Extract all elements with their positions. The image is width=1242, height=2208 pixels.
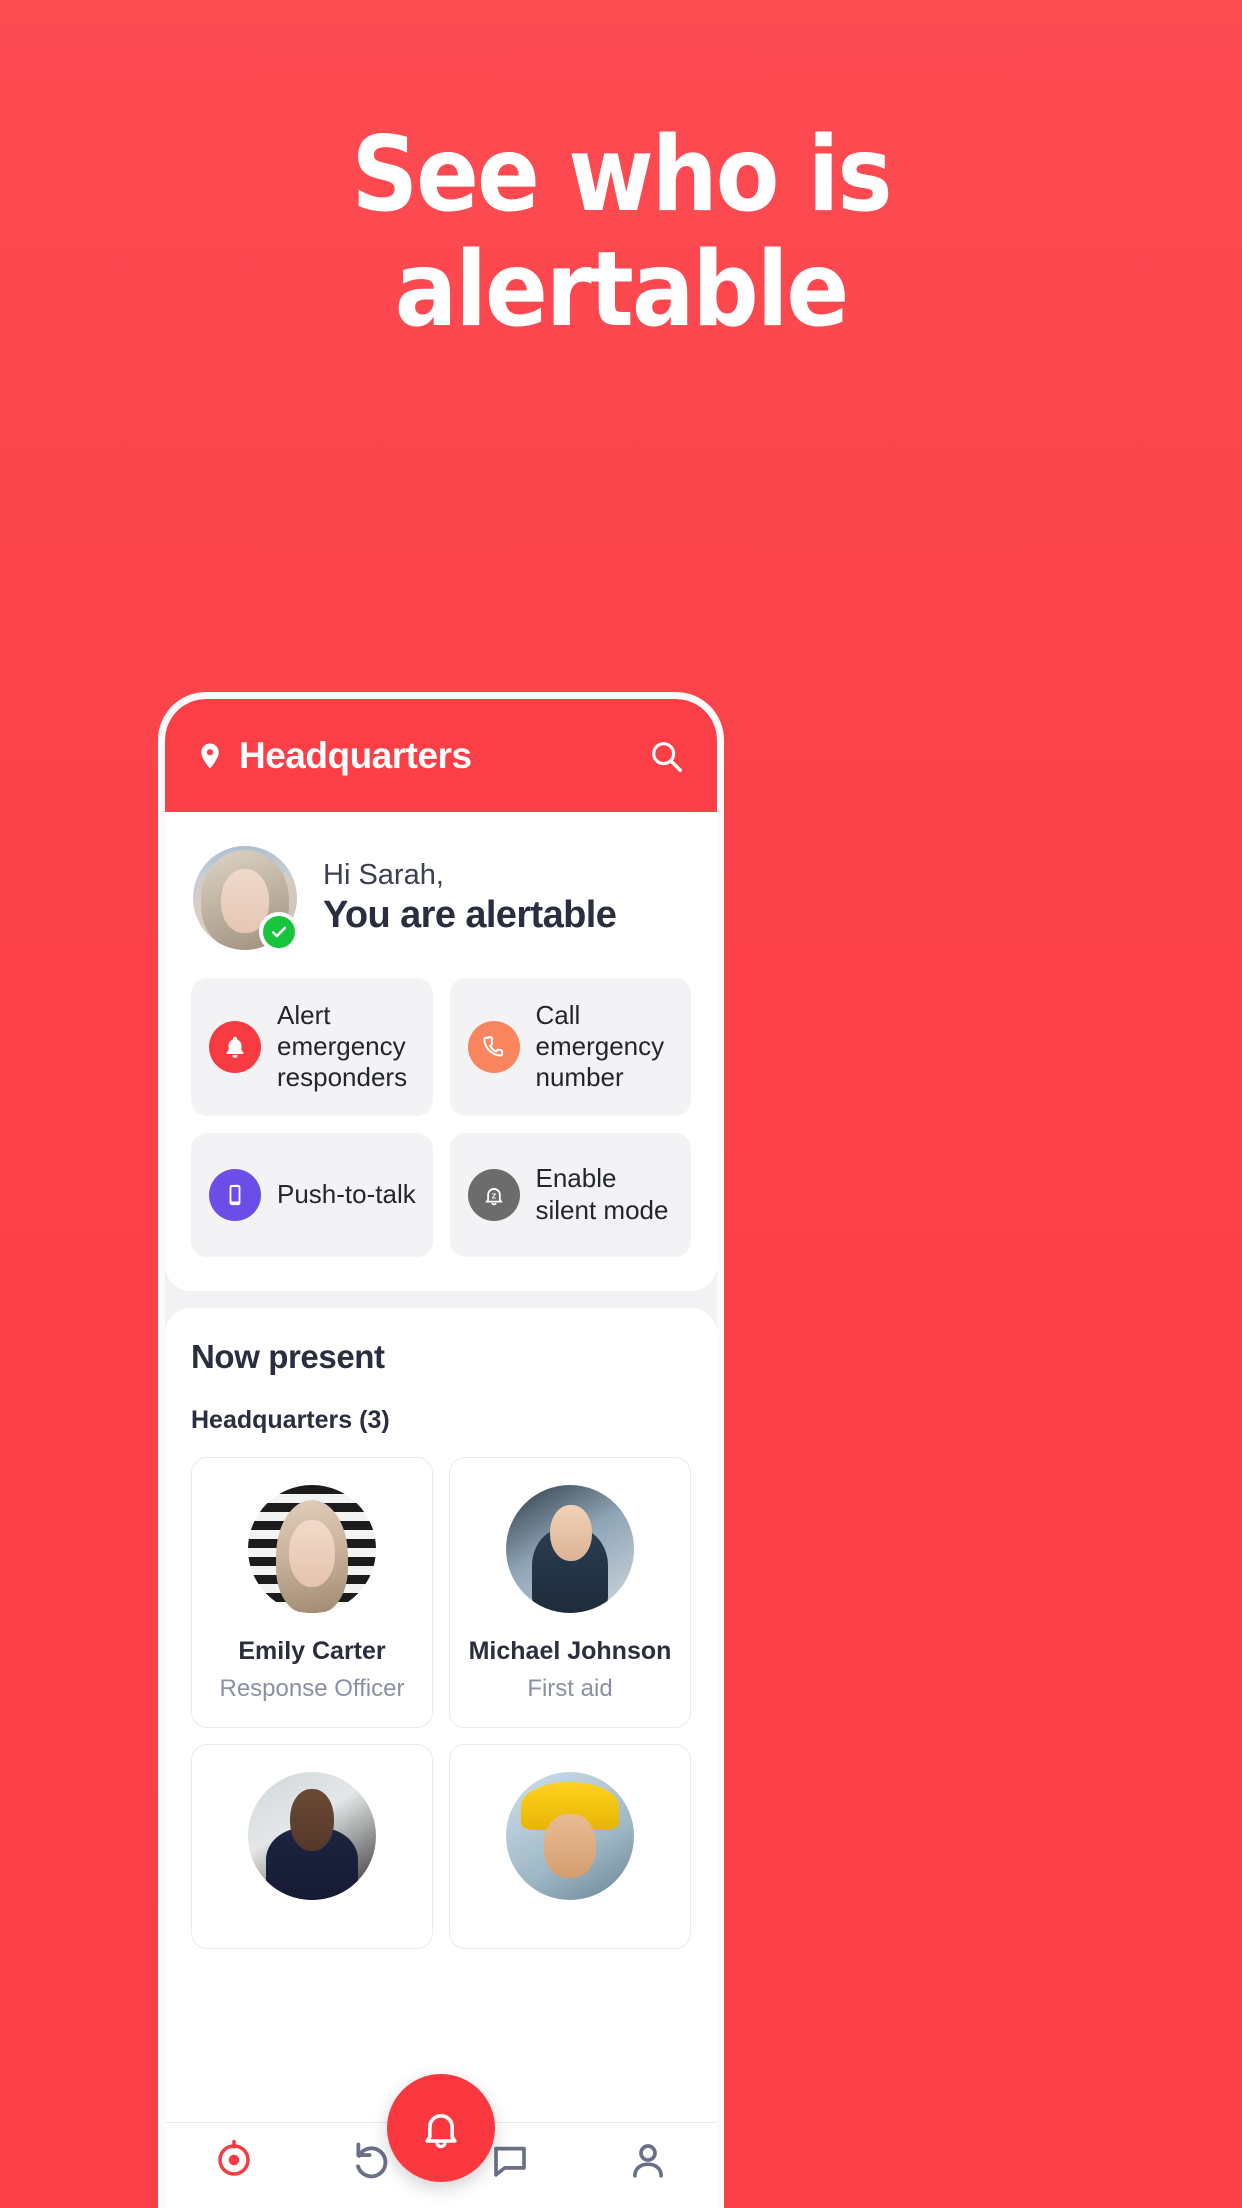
- nav-locate[interactable]: [165, 2139, 303, 2181]
- undo-arrow-icon: [356, 2142, 388, 2179]
- person-role: Response Officer: [219, 1674, 405, 1702]
- nav-profile[interactable]: [579, 2139, 717, 2181]
- svg-text:Z: Z: [491, 1191, 496, 1200]
- headline-line-2: alertable: [394, 230, 850, 351]
- status-badge: [259, 912, 299, 952]
- promo-headline: See who is alertable: [0, 115, 1242, 351]
- alert-fab-button[interactable]: [387, 2074, 495, 2182]
- header-location-title: Headquarters: [239, 734, 472, 776]
- quick-actions-grid: Alert emergency responders Call emergenc…: [191, 978, 691, 1257]
- phone-icon: [467, 1020, 520, 1073]
- now-present-title: Now present: [191, 1337, 385, 1375]
- person-name: Michael Johnson: [468, 1636, 672, 1665]
- action-label: Call emergency number: [535, 1000, 665, 1093]
- action-label: Alert emergency responders: [277, 1000, 408, 1093]
- app-content: Hi Sarah, You are alertable Alert emerge…: [165, 812, 717, 2208]
- dashboard-card: Hi Sarah, You are alertable Alert emerge…: [165, 812, 717, 1291]
- call-emergency-number-button[interactable]: Call emergency number: [449, 978, 691, 1116]
- location-target-icon: [218, 2139, 250, 2176]
- present-people-grid: Emily Carter Response Officer Michael Jo…: [191, 1456, 691, 1949]
- avatar[interactable]: [193, 846, 299, 952]
- person-card[interactable]: Emily Carter Response Officer: [191, 1456, 433, 1728]
- person-role: First aid: [527, 1674, 613, 1702]
- mobile-icon: [209, 1168, 261, 1221]
- greeting-section: Hi Sarah, You are alertable: [191, 840, 691, 952]
- enable-silent-mode-button[interactable]: Z Enable silent mode: [449, 1132, 691, 1257]
- bell-icon: [425, 2114, 457, 2149]
- action-label: Enable silent mode: [535, 1163, 669, 1225]
- person-avatar: [506, 1771, 634, 1900]
- person-card[interactable]: [191, 1743, 433, 1949]
- person-avatar: [506, 1484, 634, 1613]
- now-present-section: Now present Headquarters (3) Emily Carte…: [165, 1307, 717, 2208]
- person-icon: [633, 2144, 663, 2178]
- greeting-status: You are alertable: [323, 894, 617, 936]
- chat-icon: [494, 2146, 526, 2177]
- phone-mockup: Headquarters Hi Sarah, You are alertable…: [158, 692, 724, 2208]
- phone-screen: Headquarters Hi Sarah, You are alertable…: [165, 699, 717, 2208]
- map-pin-icon: [201, 743, 219, 768]
- person-card[interactable]: [449, 1743, 691, 1949]
- alert-emergency-responders-button[interactable]: Alert emergency responders: [191, 978, 433, 1116]
- person-card[interactable]: Michael Johnson First aid: [449, 1456, 691, 1728]
- push-to-talk-button[interactable]: Push-to-talk: [191, 1132, 433, 1257]
- person-avatar: [248, 1771, 376, 1900]
- app-header: Headquarters: [165, 699, 717, 812]
- search-icon[interactable]: [647, 737, 685, 775]
- bell-icon: [209, 1020, 261, 1073]
- greeting-salutation: Hi Sarah,: [323, 859, 444, 891]
- now-present-group-label: Headquarters (3): [191, 1405, 390, 1434]
- person-name: Emily Carter: [238, 1636, 386, 1665]
- headline-line-1: See who is: [351, 115, 892, 235]
- check-icon: [271, 926, 287, 938]
- action-label: Push-to-talk: [277, 1178, 416, 1209]
- person-avatar: [248, 1484, 376, 1613]
- greeting-text: Hi Sarah, You are alertable: [323, 859, 617, 937]
- bell-snooze-icon: Z: [467, 1168, 520, 1221]
